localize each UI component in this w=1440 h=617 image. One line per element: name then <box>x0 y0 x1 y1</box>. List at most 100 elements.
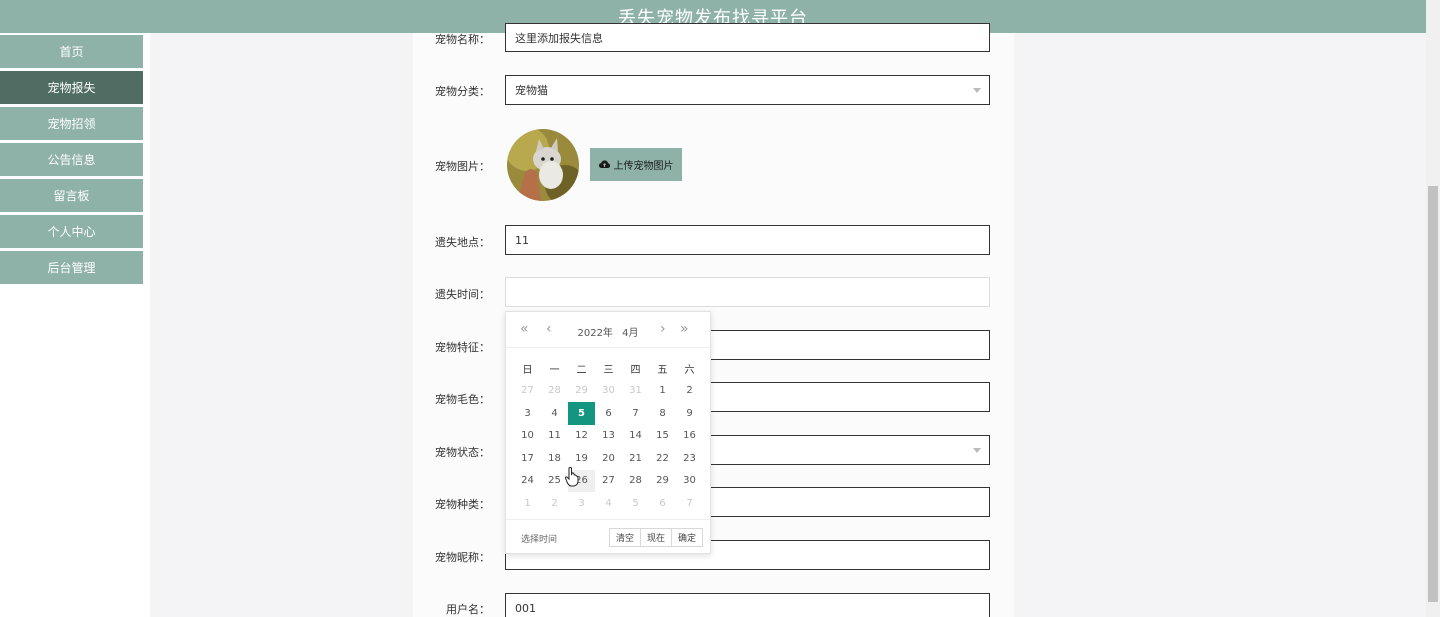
status-label: 宠物状态： <box>435 446 490 459</box>
calendar-day[interactable]: 24 <box>514 470 541 493</box>
now-button[interactable]: 现在 <box>639 528 672 547</box>
breed-label: 宠物种类： <box>435 498 490 511</box>
username-input[interactable]: 001 <box>505 593 990 617</box>
calendar-day[interactable]: 29 <box>649 470 676 493</box>
calendar-day[interactable]: 3 <box>568 492 595 515</box>
sidebar-item-label: 宠物招领 <box>47 117 96 131</box>
weekday-label: 一 <box>549 364 560 376</box>
calendar-day[interactable]: 29 <box>568 380 595 403</box>
sidebar-item-found-pet[interactable]: 宠物招领 <box>0 107 143 140</box>
sidebar-item-label: 后台管理 <box>47 261 96 275</box>
sidebar-item-personal-center[interactable]: 个人中心 <box>0 215 143 248</box>
lost-place-input[interactable]: 11 <box>505 225 990 255</box>
calendar-day[interactable]: 1 <box>649 380 676 403</box>
calendar-week-row: 24 25 26 27 28 29 30 <box>514 469 704 493</box>
calendar-day[interactable]: 14 <box>622 425 649 448</box>
weekday-label: 六 <box>684 364 695 376</box>
pet-name-label: 宠物名称： <box>435 33 490 46</box>
calendar-day[interactable]: 10 <box>514 425 541 448</box>
calendar-day[interactable]: 5 <box>622 492 649 515</box>
lost-time-input[interactable] <box>505 277 990 307</box>
calendar-day[interactable]: 17 <box>514 447 541 470</box>
pet-name-value: 这里添加报失信息 <box>515 31 603 45</box>
calendar-day[interactable]: 23 <box>676 447 703 470</box>
calendar-day[interactable]: 30 <box>676 470 703 493</box>
calendar-day[interactable]: 2 <box>676 380 703 403</box>
calendar-day[interactable]: 28 <box>622 470 649 493</box>
next-month-icon[interactable]: › <box>660 321 666 337</box>
calendar-day[interactable]: 1 <box>514 492 541 515</box>
calendar-day[interactable]: 30 <box>595 380 622 403</box>
sidebar-item-label: 留言板 <box>53 189 90 203</box>
calendar-grid: 日一二三四五六 27 28 29 30 31 1 2 3 4 5 6 7 8 9 10 11 12 13 14 15 16… <box>514 357 704 515</box>
calendar-day[interactable]: 4 <box>595 492 622 515</box>
calendar-day[interactable]: 28 <box>541 380 568 403</box>
select-time-link[interactable]: 选择时间 <box>521 532 557 545</box>
calendar-day[interactable]: 9 <box>676 402 703 425</box>
calendar-day[interactable]: 20 <box>595 447 622 470</box>
scrollbar-thumb[interactable] <box>1428 186 1438 602</box>
sidebar-item-home[interactable]: 首页 <box>0 35 143 68</box>
weekday-label: 二 <box>576 364 587 376</box>
sidebar-item-message-board[interactable]: 留言板 <box>0 179 143 212</box>
sidebar-item-lost-pet[interactable]: 宠物报失 <box>0 71 143 104</box>
calendar-day[interactable]: 16 <box>676 425 703 448</box>
year-select[interactable]: 2022年 <box>577 328 612 339</box>
sidebar-nav: 首页 宠物报失 宠物招领 公告信息 留言板 个人中心 后台管理 <box>0 35 143 287</box>
sidebar-item-label: 宠物报失 <box>47 81 96 95</box>
username-value: 001 <box>515 601 536 615</box>
calendar-day[interactable]: 15 <box>649 425 676 448</box>
calendar-day[interactable]: 22 <box>649 447 676 470</box>
pet-name-input[interactable]: 这里添加报失信息 <box>505 23 990 52</box>
calendar-day[interactable]: 13 <box>595 425 622 448</box>
calendar-day[interactable]: 6 <box>649 492 676 515</box>
sidebar-item-admin[interactable]: 后台管理 <box>0 251 143 284</box>
pet-photo <box>507 129 579 201</box>
cloud-upload-icon <box>598 160 610 168</box>
lost-place-value: 11 <box>515 233 529 247</box>
hand-cursor-icon <box>565 467 579 487</box>
date-picker-header: « ‹ 2022年 4月 › » <box>506 312 710 348</box>
sidebar-item-label: 个人中心 <box>47 225 96 239</box>
calendar-day[interactable]: 3 <box>514 402 541 425</box>
category-label: 宠物分类： <box>435 85 490 98</box>
upload-image-button[interactable]: 上传宠物图片 <box>590 148 682 181</box>
month-select[interactable]: 4月 <box>622 328 638 339</box>
confirm-button[interactable]: 确定 <box>670 528 703 547</box>
calendar-day[interactable]: 4 <box>541 402 568 425</box>
calendar-day[interactable]: 2 <box>541 492 568 515</box>
weekday-label: 四 <box>630 364 641 376</box>
calendar-day[interactable]: 27 <box>595 470 622 493</box>
chevron-down-icon <box>973 448 981 453</box>
calendar-day[interactable]: 21 <box>622 447 649 470</box>
calendar-week-row: 1234567 <box>514 492 704 515</box>
chevron-down-icon <box>973 88 981 93</box>
calendar-day[interactable]: 5 <box>568 402 595 425</box>
calendar-day[interactable]: 7 <box>676 492 703 515</box>
clear-button[interactable]: 清空 <box>608 528 641 547</box>
calendar-day[interactable]: 7 <box>622 402 649 425</box>
nickname-label: 宠物昵称： <box>435 551 490 564</box>
weekday-label: 日 <box>522 364 533 376</box>
calendar-day[interactable]: 12 <box>568 425 595 448</box>
lost-time-label: 遗失时间： <box>435 288 490 301</box>
image-label: 宠物图片： <box>435 160 490 173</box>
calendar-day[interactable]: 27 <box>514 380 541 403</box>
calendar-day[interactable]: 25 <box>541 470 568 493</box>
category-value: 宠物猫 <box>515 84 548 97</box>
calendar-day[interactable]: 31 <box>622 380 649 403</box>
weekday-label: 三 <box>603 364 614 376</box>
sidebar-item-announcements[interactable]: 公告信息 <box>0 143 143 176</box>
lost-place-label: 遗失地点： <box>435 236 490 249</box>
upload-button-label: 上传宠物图片 <box>613 161 674 172</box>
username-label: 用户名： <box>446 603 490 616</box>
category-select[interactable]: 宠物猫 <box>505 75 990 105</box>
calendar-day[interactable]: 6 <box>595 402 622 425</box>
calendar-week-row: 27 28 29 30 31 1 2 <box>514 380 704 403</box>
sidebar-item-label: 首页 <box>59 45 84 59</box>
next-year-icon[interactable]: » <box>680 321 689 337</box>
fur-color-label: 宠物毛色： <box>435 393 490 406</box>
calendar-day[interactable]: 18 <box>541 447 568 470</box>
calendar-day[interactable]: 8 <box>649 402 676 425</box>
calendar-day[interactable]: 11 <box>541 425 568 448</box>
